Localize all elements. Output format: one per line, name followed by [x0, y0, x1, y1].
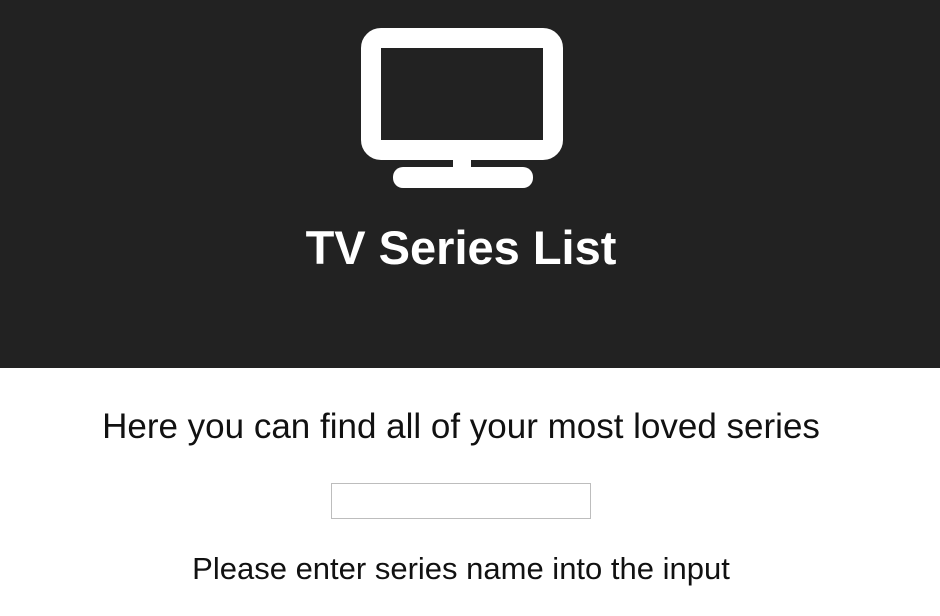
header: TV Series List — [0, 0, 940, 368]
page-subtitle: Here you can find all of your most loved… — [102, 407, 820, 446]
search-hint: Please enter series name into the input — [192, 551, 730, 586]
page-title: TV Series List — [305, 221, 617, 274]
tv-icon — [361, 28, 563, 188]
series-search-input[interactable] — [331, 483, 591, 519]
main-content: Here you can find all of your most loved… — [0, 368, 940, 616]
